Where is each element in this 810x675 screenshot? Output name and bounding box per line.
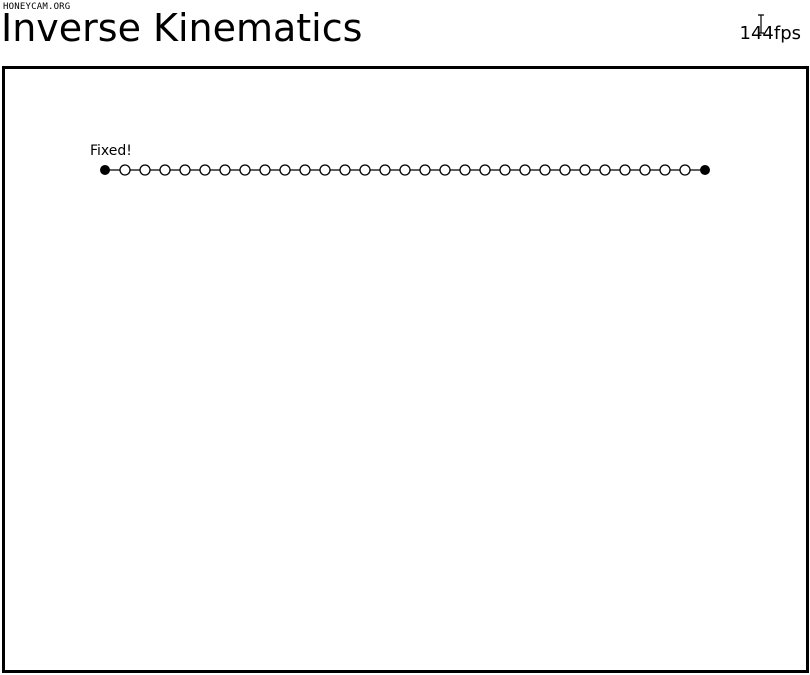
chain-joint[interactable] bbox=[559, 164, 571, 176]
chain-joint[interactable] bbox=[579, 164, 591, 176]
app-window: HONEYCAM.ORG Inverse Kinematics 144fps F… bbox=[0, 0, 810, 675]
chain-joint[interactable] bbox=[239, 164, 251, 176]
chain-joint[interactable] bbox=[379, 164, 391, 176]
chain-joint[interactable] bbox=[639, 164, 651, 176]
chain-joint[interactable] bbox=[399, 164, 411, 176]
chain-joint[interactable] bbox=[499, 164, 511, 176]
chain-joint[interactable] bbox=[299, 164, 311, 176]
chain-joint[interactable] bbox=[179, 164, 191, 176]
page-title: Inverse Kinematics bbox=[1, 6, 363, 50]
ik-chain[interactable] bbox=[5, 69, 806, 670]
chain-joint[interactable] bbox=[339, 164, 351, 176]
fixed-joint-end[interactable] bbox=[700, 165, 710, 175]
chain-joint[interactable] bbox=[619, 164, 631, 176]
chain-joint[interactable] bbox=[359, 164, 371, 176]
simulation-canvas[interactable]: Fixed! bbox=[2, 66, 809, 673]
chain-joint[interactable] bbox=[479, 164, 491, 176]
chain-joint[interactable] bbox=[459, 164, 471, 176]
chain-joint[interactable] bbox=[519, 164, 531, 176]
chain-joint[interactable] bbox=[119, 164, 131, 176]
chain-joint[interactable] bbox=[219, 164, 231, 176]
chain-joint[interactable] bbox=[279, 164, 291, 176]
chain-joint[interactable] bbox=[679, 164, 691, 176]
text-cursor-icon bbox=[758, 14, 764, 34]
chain-joint[interactable] bbox=[199, 164, 211, 176]
chain-joint[interactable] bbox=[259, 164, 271, 176]
fixed-joint-start[interactable] bbox=[100, 165, 110, 175]
fps-counter: 144fps bbox=[739, 23, 802, 44]
chain-joint[interactable] bbox=[599, 164, 611, 176]
chain-joint[interactable] bbox=[139, 164, 151, 176]
chain-joint[interactable] bbox=[319, 164, 331, 176]
chain-joint[interactable] bbox=[659, 164, 671, 176]
chain-joint[interactable] bbox=[439, 164, 451, 176]
chain-joint[interactable] bbox=[159, 164, 171, 176]
chain-joint[interactable] bbox=[419, 164, 431, 176]
chain-joint[interactable] bbox=[539, 164, 551, 176]
